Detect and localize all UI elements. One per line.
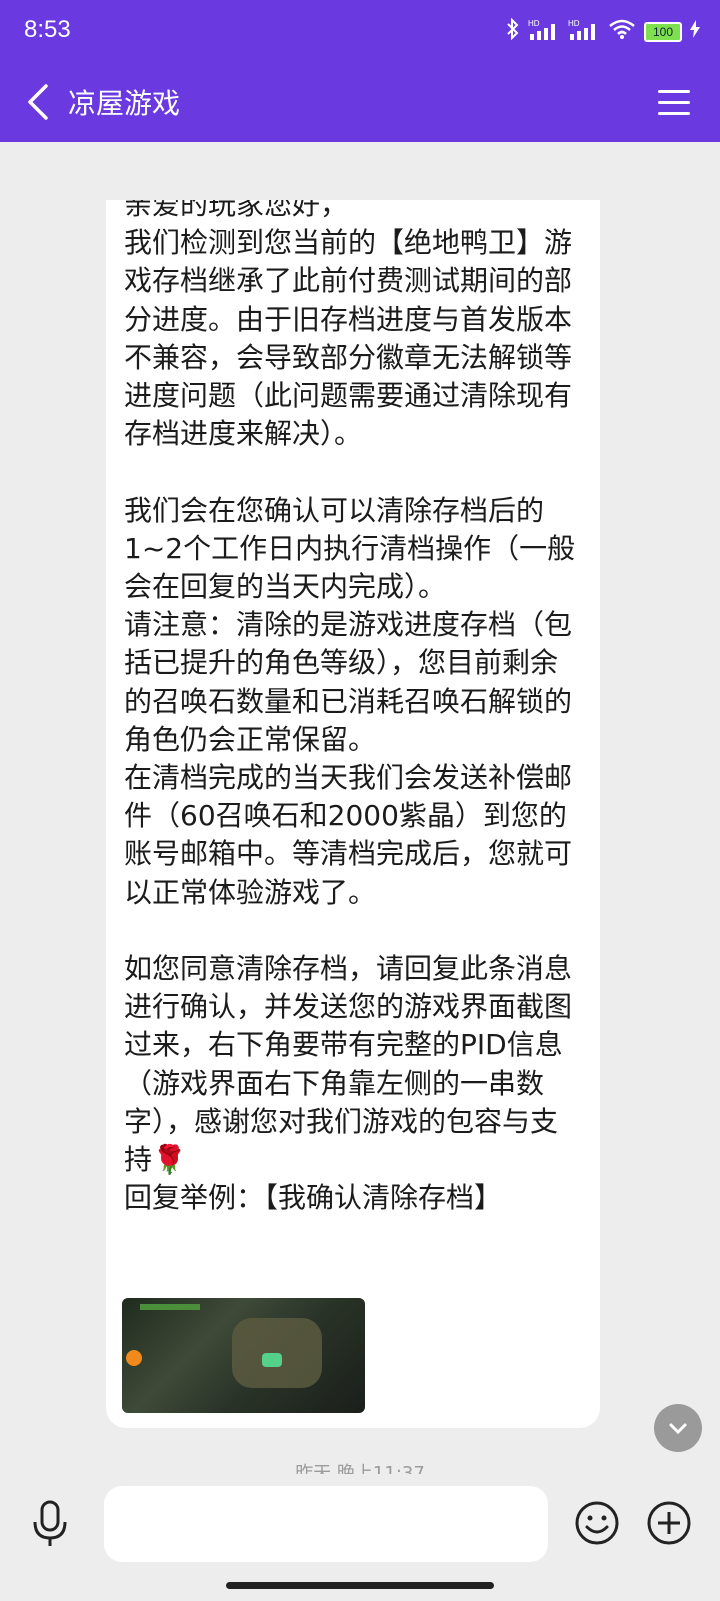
battery-icon: 100 <box>644 21 682 42</box>
status-bar: 8:53 HD HD 100 <box>0 0 720 64</box>
signal-icon: HD <box>528 18 560 45</box>
game-character-graphic <box>262 1353 282 1367</box>
game-screenshot-image[interactable] <box>122 1298 365 1413</box>
back-arrow-icon[interactable] <box>20 80 60 124</box>
game-button-graphic <box>126 1350 142 1366</box>
charging-icon <box>690 20 700 43</box>
scroll-down-button[interactable] <box>654 1404 702 1452</box>
signal-icon: HD <box>568 18 600 45</box>
message-timestamp: 昨天 晚上11:37 <box>295 1463 425 1474</box>
message-bubble[interactable]: 亲爱的玩家您好， 我们检测到您当前的【绝地鸭卫】游戏存档继承了此前付费测试期间的… <box>106 200 600 1428</box>
message-input[interactable] <box>104 1486 548 1562</box>
svg-text:HD: HD <box>528 19 540 28</box>
add-icon[interactable] <box>646 1500 692 1546</box>
status-time: 8:53 <box>24 16 71 43</box>
microphone-icon[interactable] <box>28 1498 72 1550</box>
emoji-icon[interactable] <box>574 1500 620 1546</box>
page-title: 凉屋游戏 <box>68 87 181 120</box>
scroll-down-icon <box>666 1421 690 1446</box>
health-bar-graphic <box>140 1304 200 1310</box>
app-bar: 凉屋游戏 <box>0 64 720 142</box>
menu-icon[interactable] <box>654 84 694 120</box>
svg-text:HD: HD <box>568 19 580 28</box>
message-text: 亲爱的玩家您好， 我们检测到您当前的【绝地鸭卫】游戏存档继承了此前付费测试期间的… <box>124 200 576 1215</box>
wifi-icon <box>608 18 636 45</box>
status-icons: HD HD 100 <box>506 17 700 45</box>
bluetooth-icon <box>506 17 520 45</box>
home-indicator[interactable] <box>226 1582 494 1589</box>
